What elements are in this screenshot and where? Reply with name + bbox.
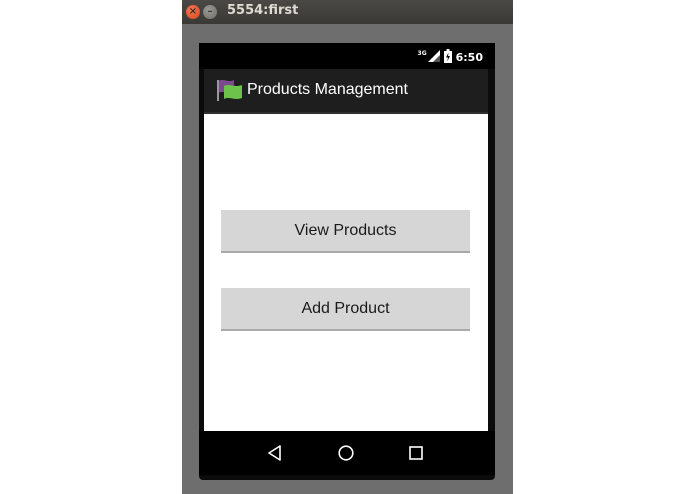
close-icon: × [188,6,198,17]
device-frame: 3G 6:50 Products Management View Product… [199,43,495,480]
window-title: 5554:first [227,3,299,18]
status-time: 6:50 [455,51,483,64]
window-titlebar[interactable]: × – 5554:first [182,0,513,24]
home-icon[interactable] [334,441,358,465]
app-flag-icon[interactable] [216,78,244,102]
emulator-window: × – 5554:first 3G 6:50 Products Manageme… [182,0,513,494]
signal-icon [427,50,440,65]
recent-apps-icon[interactable] [404,441,428,465]
main-content: View Products Add Product [204,114,488,431]
back-icon[interactable] [263,441,287,465]
window-close-button[interactable]: × [186,5,200,19]
action-bar: Products Management [204,69,488,114]
window-minimize-button[interactable]: – [203,5,217,19]
minimize-icon: – [207,6,213,17]
view-products-button[interactable]: View Products [221,210,470,253]
network-type: 3G [417,50,427,57]
app-title: Products Management [247,81,408,98]
add-product-button[interactable]: Add Product [221,288,470,331]
navigation-bar [199,431,495,475]
status-bar-right: 3G 6:50 [418,49,483,66]
status-bar: 3G 6:50 [199,43,495,69]
battery-icon [443,49,452,66]
